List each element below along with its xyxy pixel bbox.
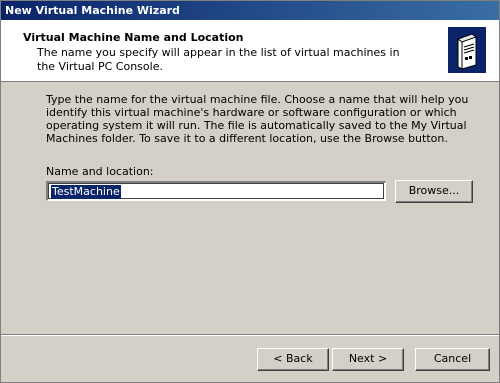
footer-divider-highlight: [1, 335, 499, 336]
title-bar[interactable]: New Virtual Machine Wizard: [1, 1, 499, 20]
window-title: New Virtual Machine Wizard: [5, 4, 180, 17]
wizard-window: New Virtual Machine Wizard Virtual Machi…: [0, 0, 500, 383]
browse-button[interactable]: Browse...: [395, 180, 473, 203]
next-button[interactable]: Next >: [332, 348, 404, 371]
instructions-text: Type the name for the virtual machine fi…: [46, 93, 469, 145]
back-button[interactable]: < Back: [257, 348, 329, 371]
name-location-input[interactable]: TestMachine: [46, 181, 386, 201]
name-location-value: TestMachine: [51, 185, 121, 199]
wizard-body: Type the name for the virtual machine fi…: [1, 82, 499, 332]
page-subtitle: The name you specify will appear in the …: [37, 46, 400, 73]
name-location-label: Name and location:: [46, 165, 154, 178]
server-computer-icon: [448, 27, 486, 73]
page-title: Virtual Machine Name and Location: [23, 31, 244, 44]
wizard-header: Virtual Machine Name and Location The na…: [1, 20, 499, 82]
cancel-button[interactable]: Cancel: [415, 348, 490, 371]
